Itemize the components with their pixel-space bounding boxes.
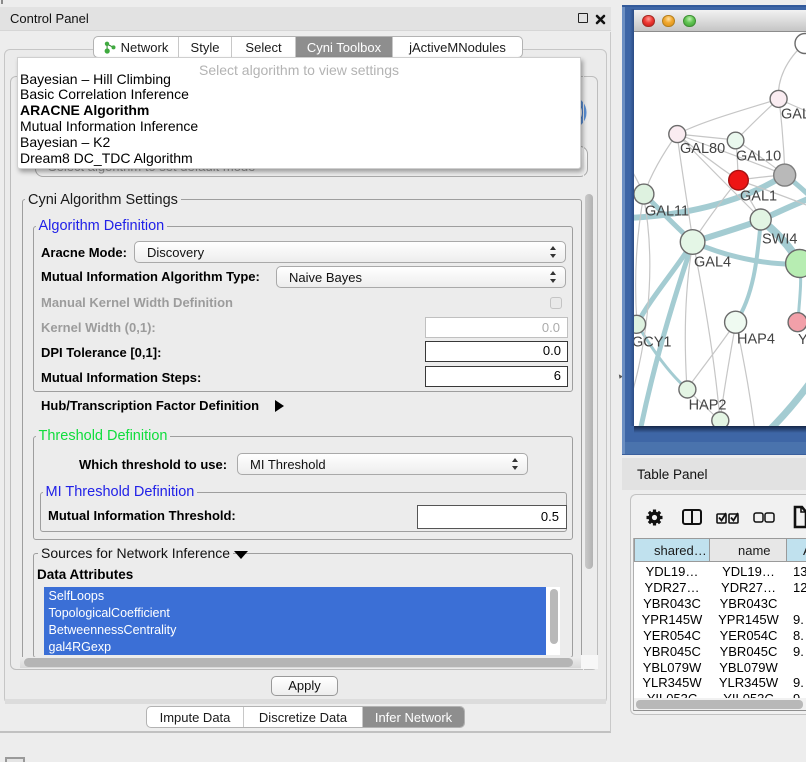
- svg-text:GAL: GAL: [781, 107, 806, 123]
- svg-text:Y: Y: [798, 332, 806, 348]
- svg-text:GAL4: GAL4: [694, 255, 731, 271]
- svg-text:GAL11: GAL11: [645, 204, 689, 220]
- svg-text:GAL10: GAL10: [736, 149, 781, 165]
- svg-text:HAP4: HAP4: [737, 332, 775, 348]
- svg-text:GCY1: GCY1: [634, 335, 672, 351]
- svg-text:GAL80: GAL80: [680, 141, 725, 157]
- svg-text:HAP2: HAP2: [689, 398, 727, 414]
- svg-text:SWI4: SWI4: [762, 232, 797, 248]
- svg-text:GAL1: GAL1: [740, 189, 777, 205]
